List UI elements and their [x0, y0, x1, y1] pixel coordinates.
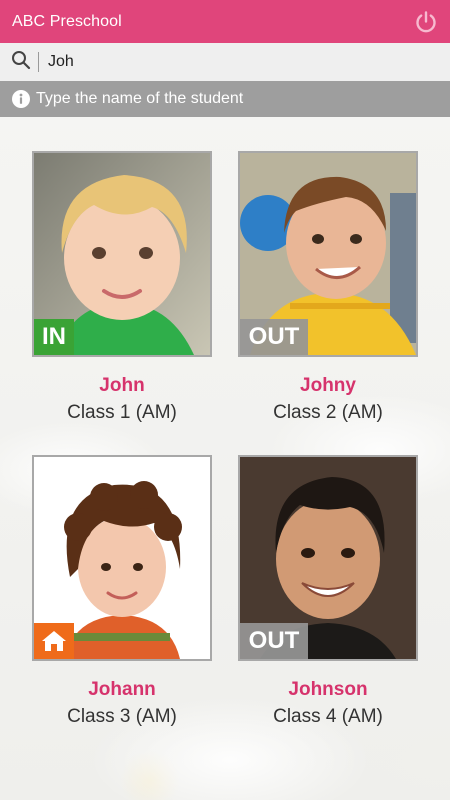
- student-photo: [32, 455, 212, 661]
- power-icon[interactable]: [414, 10, 438, 34]
- status-badge: IN: [34, 319, 74, 355]
- student-class: Class 2 (AM): [273, 402, 383, 423]
- app-title: ABC Preschool: [12, 12, 122, 30]
- search-icon: [11, 50, 31, 75]
- status-text: OUT: [248, 323, 300, 350]
- student-card-johny[interactable]: OUT Johny Class 2 (AM): [238, 151, 418, 424]
- search-bar: [0, 43, 450, 81]
- home-icon: [34, 623, 74, 659]
- student-name: Johnson: [288, 679, 368, 700]
- student-card-john[interactable]: IN John Class 1 (AM): [32, 151, 212, 424]
- status-badge: OUT: [240, 319, 308, 355]
- student-class: Class 3 (AM): [67, 706, 177, 727]
- hint-text: Type the name of the student: [36, 90, 244, 107]
- student-photo: IN: [32, 151, 212, 357]
- app-header: ABC Preschool: [0, 0, 450, 43]
- search-input[interactable]: [48, 53, 408, 71]
- student-photo: OUT: [238, 151, 418, 357]
- app-screen: ABC Preschool Type the name of the stude: [0, 0, 450, 800]
- status-text: OUT: [248, 627, 300, 654]
- info-icon: [12, 90, 30, 108]
- status-text: IN: [42, 323, 66, 350]
- student-class: Class 4 (AM): [273, 706, 383, 727]
- student-name: Johny: [300, 375, 356, 396]
- student-name: John: [99, 375, 145, 396]
- student-class: Class 1 (AM): [67, 402, 177, 423]
- student-card-johann[interactable]: Johann Class 3 (AM): [32, 455, 212, 728]
- student-name: Johann: [88, 679, 156, 700]
- search-divider: [38, 52, 39, 72]
- student-card-johnson[interactable]: OUT Johnson Class 4 (AM): [238, 455, 418, 728]
- status-badge: OUT: [240, 623, 308, 659]
- student-photo: OUT: [238, 455, 418, 661]
- hint-bar: Type the name of the student: [0, 81, 450, 117]
